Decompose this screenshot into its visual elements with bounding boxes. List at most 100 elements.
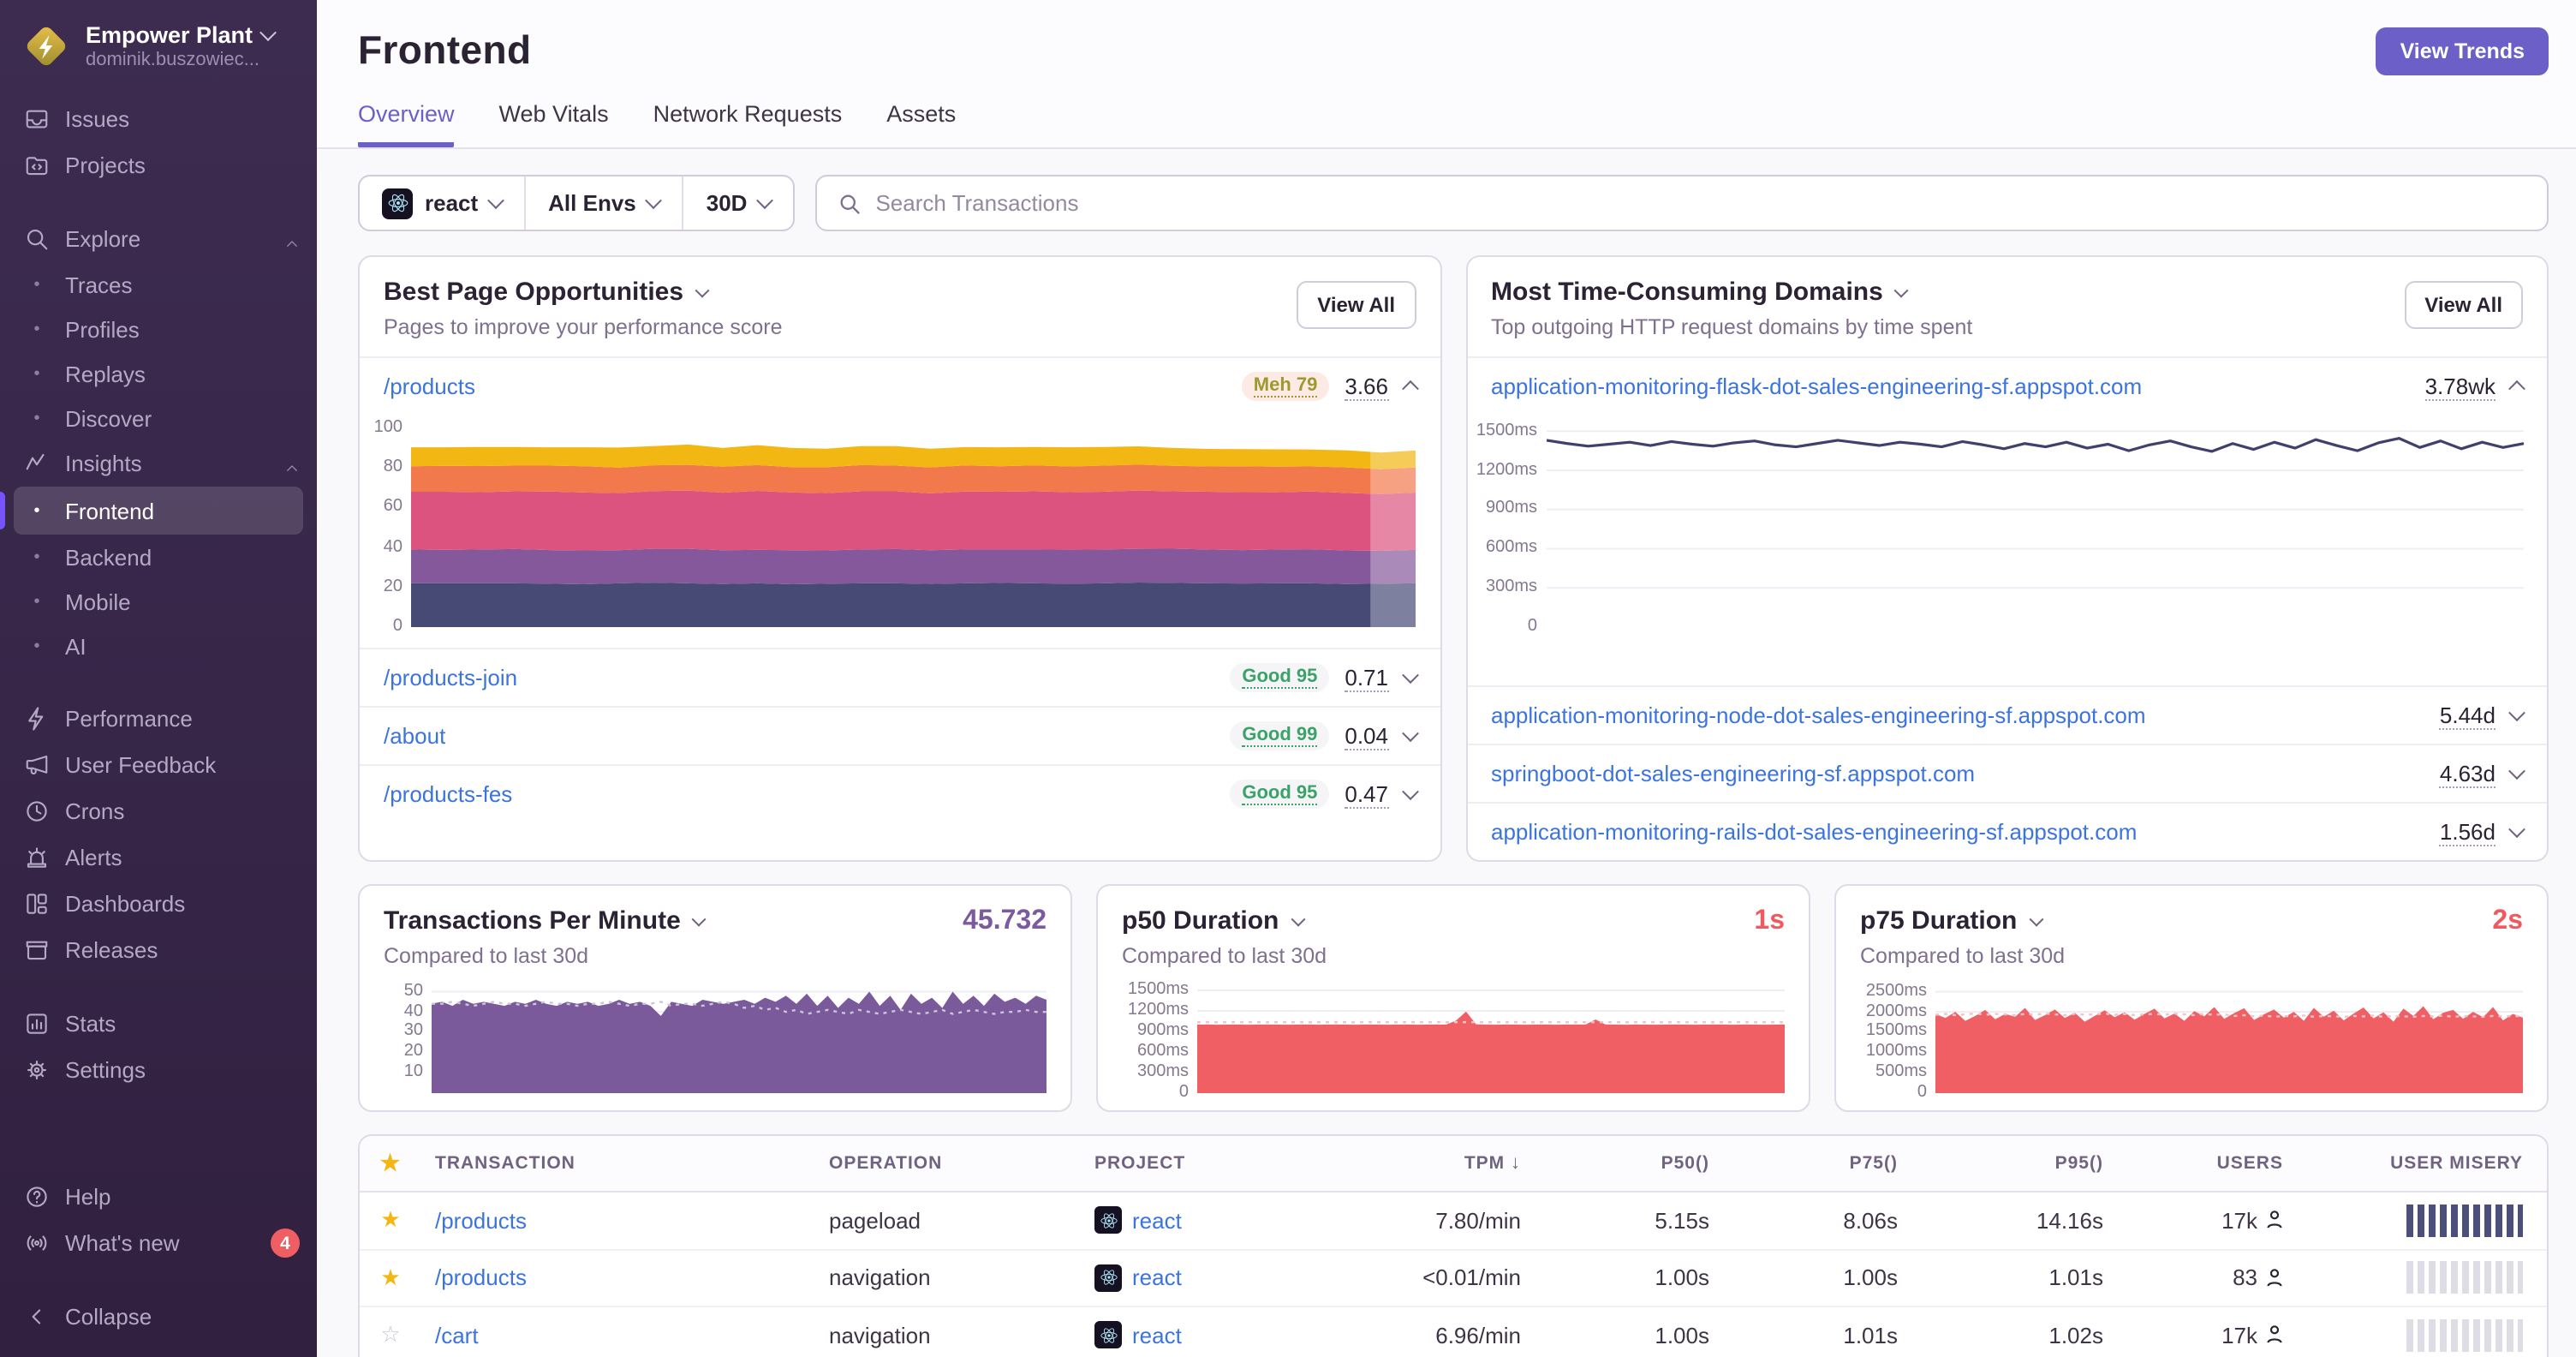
sidebar-item-issues[interactable]: Issues: [0, 96, 317, 142]
org-switcher[interactable]: Empower Plant dominik.buszowiec...: [0, 0, 317, 89]
opportunity-value: 0.04: [1345, 722, 1388, 750]
chevron-down-icon[interactable]: [2508, 821, 2525, 839]
sidebar: Empower Plant dominik.buszowiec... Issue…: [0, 0, 317, 1357]
opportunity-row[interactable]: /products-join Good 95 0.71: [360, 648, 1440, 706]
project-link[interactable]: react: [1132, 1323, 1182, 1348]
domain-link[interactable]: application-monitoring-rails-dot-sales-e…: [1491, 819, 2137, 845]
view-trends-button[interactable]: View Trends: [2376, 27, 2549, 75]
col-tpm[interactable]: TPM ↓: [1338, 1153, 1535, 1174]
tab[interactable]: Web Vitals: [499, 101, 609, 147]
metric-title[interactable]: Transactions Per Minute: [384, 906, 707, 936]
environment-filter[interactable]: All Envs: [526, 176, 684, 230]
sidebar-item-dashboards[interactable]: Dashboards: [0, 881, 317, 927]
col-project[interactable]: Project: [1081, 1153, 1338, 1174]
domain-row-featured[interactable]: application-monitoring-flask-dot-sales-e…: [1467, 356, 2547, 415]
p75-area-chart[interactable]: 0 500ms 1000ms 1500ms 2000ms 2500ms: [1860, 983, 2524, 1101]
sidebar-item-insights[interactable]: Insights: [0, 440, 317, 487]
domain-row[interactable]: springboot-dot-sales-engineering-sf.apps…: [1467, 744, 2547, 802]
star-column-header-icon[interactable]: ★: [360, 1150, 421, 1177]
transaction-link[interactable]: /products: [435, 1265, 527, 1291]
page-link[interactable]: /products-fes: [384, 781, 512, 807]
sidebar-item-explore[interactable]: Explore: [0, 216, 317, 262]
col-user-misery[interactable]: User Misery: [2297, 1153, 2547, 1174]
domain-value: 5.44d: [2439, 702, 2496, 729]
domain-link[interactable]: application-monitoring-node-dot-sales-en…: [1491, 702, 2146, 728]
sidebar-subitem[interactable]: • Backend: [0, 535, 317, 579]
col-p50[interactable]: P50(): [1535, 1153, 1723, 1174]
view-all-button[interactable]: View All: [2404, 281, 2523, 329]
tpm-cell: 7.80/min: [1435, 1207, 1521, 1234]
performance-score-stacked-chart[interactable]: 0 20 40 60 80 100: [363, 418, 1416, 635]
operation-cell: navigation: [829, 1264, 931, 1291]
col-operation[interactable]: Operation: [815, 1153, 1081, 1174]
sidebar-item-help[interactable]: Help: [0, 1174, 317, 1220]
page-link[interactable]: /products-join: [384, 665, 517, 690]
col-p75[interactable]: P75(): [1723, 1153, 1911, 1174]
chevron-down-icon[interactable]: [2508, 704, 2525, 722]
sidebar-subitem[interactable]: • Replays: [0, 351, 317, 396]
page-link[interactable]: /about: [384, 723, 445, 749]
metric-title[interactable]: p75 Duration: [1860, 906, 2043, 936]
page-link[interactable]: /products: [384, 374, 475, 399]
domain-row[interactable]: application-monitoring-rails-dot-sales-e…: [1467, 802, 2547, 860]
opportunity-row[interactable]: /products-fes Good 95 0.47: [360, 764, 1440, 822]
sidebar-subitem[interactable]: • Discover: [0, 396, 317, 440]
sidebar-subitem[interactable]: • AI: [0, 624, 317, 668]
transaction-search[interactable]: [815, 175, 2549, 231]
sidebar-subitem[interactable]: • Mobile: [0, 579, 317, 624]
sidebar-item-releases[interactable]: Releases: [0, 927, 317, 973]
sidebar-subitem[interactable]: • Frontend: [0, 487, 303, 535]
sidebar-item-projects[interactable]: Projects: [0, 142, 317, 188]
sidebar-item-crons[interactable]: Crons: [0, 788, 317, 834]
view-all-button[interactable]: View All: [1297, 281, 1416, 329]
search-input[interactable]: [875, 190, 2526, 216]
tab[interactable]: Network Requests: [653, 101, 843, 147]
col-users[interactable]: Users: [2117, 1153, 2297, 1174]
star-toggle[interactable]: ☆: [360, 1322, 421, 1349]
sidebar-subitem[interactable]: • Profiles: [0, 307, 317, 351]
domain-link[interactable]: application-monitoring-flask-dot-sales-e…: [1491, 374, 2142, 399]
chevron-up-icon[interactable]: [1401, 380, 1418, 398]
transaction-link[interactable]: /products: [435, 1208, 527, 1234]
project-link[interactable]: react: [1132, 1208, 1182, 1234]
tab[interactable]: Overview: [358, 101, 455, 147]
chevron-up-icon[interactable]: [2508, 380, 2525, 398]
sidebar-item-user-feedback[interactable]: User Feedback: [0, 742, 317, 788]
p50-area-chart[interactable]: 0 300ms 600ms 900ms 1200ms 1500ms: [1122, 981, 1786, 1101]
star-toggle[interactable]: ★: [360, 1207, 421, 1234]
star-toggle[interactable]: ★: [360, 1264, 421, 1292]
chevron-down-icon[interactable]: [1401, 725, 1418, 743]
project-link[interactable]: react: [1132, 1265, 1182, 1291]
chevron-down-icon: [259, 24, 276, 42]
date-range-filter[interactable]: 30D: [684, 176, 794, 230]
react-logo-icon: [382, 188, 413, 218]
panel-title[interactable]: Most Time-Consuming Domains: [1491, 278, 2523, 307]
chevron-down-icon[interactable]: [1401, 667, 1418, 684]
col-p95[interactable]: P95(): [1911, 1153, 2117, 1174]
chevron-down-icon[interactable]: [1401, 783, 1418, 801]
chevron-down-icon: [2028, 911, 2043, 926]
panel-title[interactable]: Best Page Opportunities: [384, 278, 1416, 307]
tpm-area-chart[interactable]: 10 20 30 40 50: [384, 983, 1046, 1093]
transaction-link[interactable]: /cart: [435, 1323, 479, 1348]
table-row[interactable]: ☆ /cart navigation react 6.96/min 1.00s: [360, 1307, 2547, 1357]
sidebar-subitem[interactable]: • Traces: [0, 262, 317, 307]
domain-link[interactable]: springboot-dot-sales-engineering-sf.apps…: [1491, 761, 1975, 786]
domain-duration-line-chart[interactable]: 0 300ms 600ms 900ms 1200ms 1500ms: [1470, 418, 2524, 635]
sidebar-collapse-button[interactable]: Collapse: [0, 1294, 317, 1340]
sidebar-item-whats-new[interactable]: What's new 4: [0, 1220, 317, 1266]
tab[interactable]: Assets: [886, 101, 956, 147]
domain-row[interactable]: application-monitoring-node-dot-sales-en…: [1467, 685, 2547, 744]
sidebar-item-stats[interactable]: Stats: [0, 1001, 317, 1047]
sidebar-item-settings[interactable]: Settings: [0, 1047, 317, 1093]
chevron-down-icon[interactable]: [2508, 762, 2525, 780]
opportunity-row-featured[interactable]: /products Meh 79 3.66: [360, 356, 1440, 415]
project-filter[interactable]: react: [360, 176, 527, 230]
table-row[interactable]: ★ /products pageload react 7.80/min 5.15…: [360, 1193, 2547, 1250]
col-transaction[interactable]: Transaction: [421, 1153, 815, 1174]
opportunity-row[interactable]: /about Good 99 0.04: [360, 706, 1440, 764]
sidebar-item-alerts[interactable]: Alerts: [0, 834, 317, 881]
sidebar-item-performance[interactable]: Performance: [0, 696, 317, 742]
metric-title[interactable]: p50 Duration: [1122, 906, 1305, 936]
table-row[interactable]: ★ /products navigation react <0.01/min 1…: [360, 1250, 2547, 1307]
